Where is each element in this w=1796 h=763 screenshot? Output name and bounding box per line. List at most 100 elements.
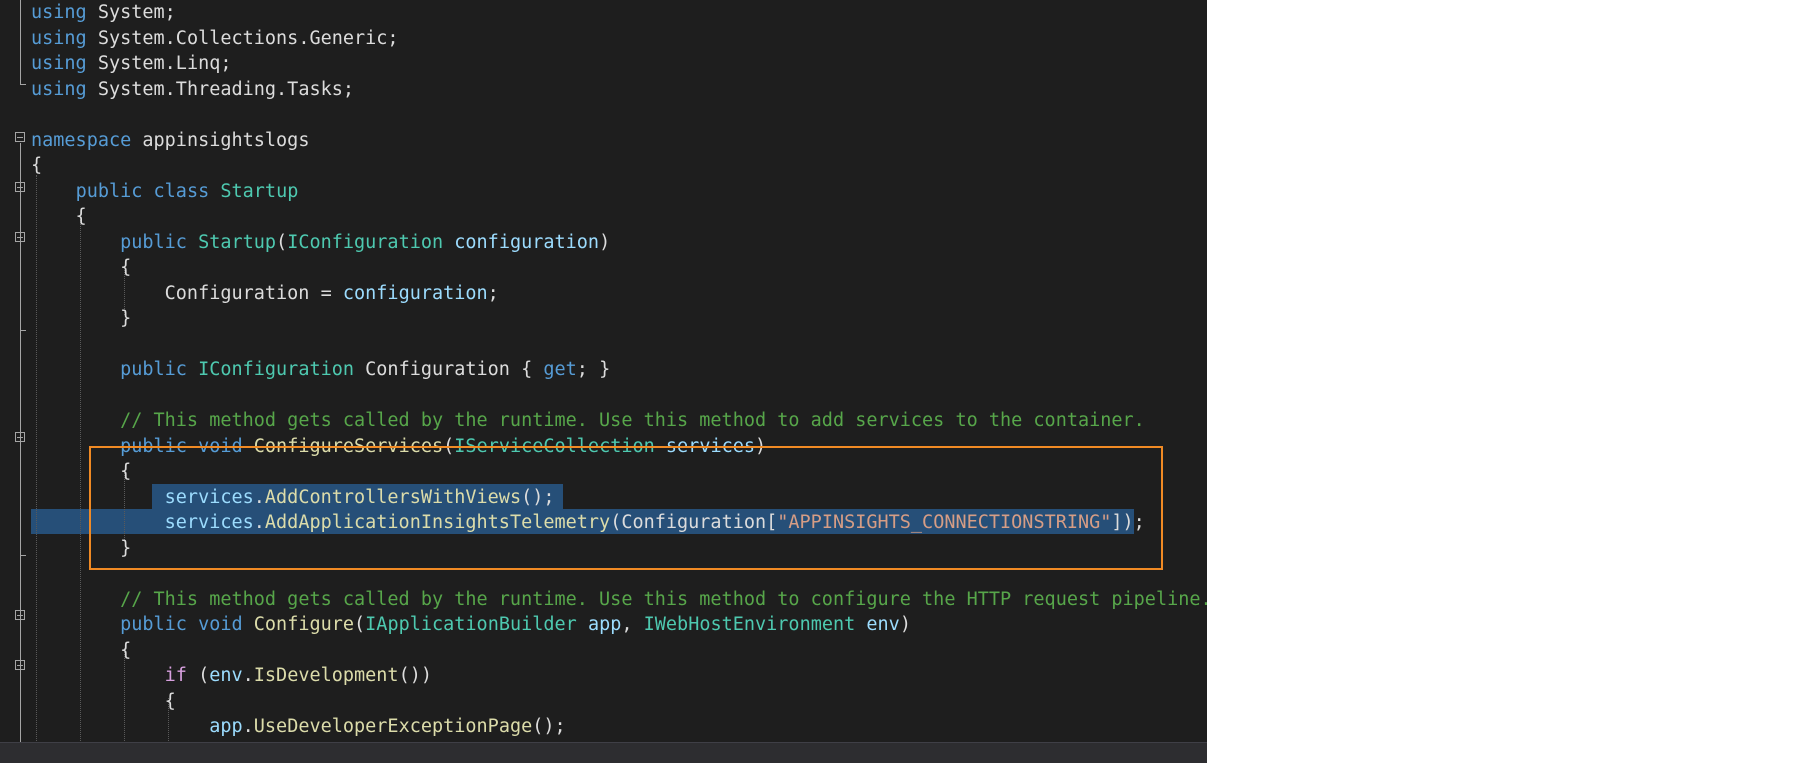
code-text: { [31,153,42,178]
code-token: Startup [220,180,299,202]
code-line[interactable]: using System.Threading.Tasks; [0,77,1207,102]
code-text: using System.Linq; [31,51,232,76]
code-token: public [75,180,143,202]
code-token: using [31,2,87,23]
code-text: { [31,255,131,280]
code-token: IConfiguration [287,231,444,253]
code-token: } [31,308,132,329]
code-line[interactable]: Configuration = configuration; [0,281,1207,306]
code-text: public void Configure(IApplicationBuilde… [31,612,911,637]
code-token: using [31,78,87,100]
code-token: ) [899,614,911,635]
code-line[interactable]: using System.Linq; [0,51,1207,76]
code-line[interactable]: } [0,306,1207,331]
code-line[interactable] [0,383,1207,408]
code-token: // This method gets called by the runtim… [120,410,1145,431]
code-token: if [164,665,187,686]
highlight-box [89,446,1163,570]
code-token: appinsightslogs [131,129,310,151]
code-token: { [31,155,43,176]
code-line[interactable]: namespace appinsightslogs [0,128,1207,153]
code-line[interactable]: public void Configure(IApplicationBuilde… [0,612,1207,637]
code-text: public class Startup [31,179,299,204]
code-token: app [587,614,622,635]
code-line[interactable]: { [0,689,1207,714]
code-text: Configuration = configuration; [31,281,499,306]
code-line[interactable] [0,102,1207,127]
code-token: ( [276,231,288,253]
code-token: Configuration = [31,282,343,304]
code-line[interactable]: public IConfiguration Configuration { ge… [0,357,1207,382]
code-line[interactable]: { [0,204,1207,229]
code-token: class [153,180,210,202]
code-token: public [120,359,187,380]
code-text: } [31,306,131,331]
code-token: public [120,231,187,253]
code-token: using [31,27,87,49]
code-token: ( [186,665,210,686]
code-text: using System.Collections.Generic; [31,26,399,51]
code-token: app [209,716,243,737]
code-token: Startup [198,231,277,253]
horizontal-scrollbar[interactable] [0,742,1207,763]
code-line[interactable]: using System.Collections.Generic; [0,26,1207,51]
code-token: configuration [342,282,488,304]
code-line[interactable]: public Startup(IConfiguration configurat… [0,230,1207,255]
code-token: env [209,665,243,686]
code-token: ) [599,231,611,253]
code-token: get [543,359,577,380]
code-text: { [31,689,176,714]
code-line[interactable]: // This method gets called by the runtim… [0,587,1207,612]
code-text: if (env.IsDevelopment()) [31,663,432,688]
code-token: void [198,614,243,635]
code-token: . [242,716,254,737]
code-text: // This method gets called by the runtim… [31,408,1145,433]
code-line[interactable]: app.UseDeveloperExceptionPage(); [0,714,1207,739]
code-text: public Startup(IConfiguration configurat… [31,230,610,255]
code-token: , [621,614,644,635]
code-token: System; [86,2,176,23]
code-line[interactable]: using System; [0,0,1207,25]
code-token: { [31,690,176,712]
code-token: ()) [398,665,432,686]
code-editor[interactable]: using System; using System.Collections.Ge… [0,0,1207,763]
code-token: UseDeveloperExceptionPage [253,716,533,737]
code-text: namespace appinsightslogs [31,128,309,153]
code-token: System.Threading.Tasks; [86,78,355,100]
code-token: namespace [31,129,132,151]
code-text: // This method gets called by the runtim… [31,587,1207,612]
code-token: env [866,614,900,635]
code-line[interactable]: public class Startup [0,179,1207,204]
code-token: ( [354,614,366,635]
code-token: Configure [253,614,355,635]
code-token: System.Collections.Generic; [86,27,399,49]
code-line[interactable]: if (env.IsDevelopment()) [0,663,1207,688]
code-token: Configuration { [354,359,544,380]
code-line[interactable]: { [0,255,1207,280]
code-token: IWebHostEnvironment [643,614,856,635]
code-line[interactable]: { [0,638,1207,663]
code-line[interactable]: // This method gets called by the runtim… [0,408,1207,433]
code-line[interactable]: { [0,153,1207,178]
code-token: (); [532,716,566,737]
code-line[interactable] [0,332,1207,357]
code-text: using System; [31,0,176,25]
code-token: public [120,614,187,635]
code-token: . [242,665,254,686]
